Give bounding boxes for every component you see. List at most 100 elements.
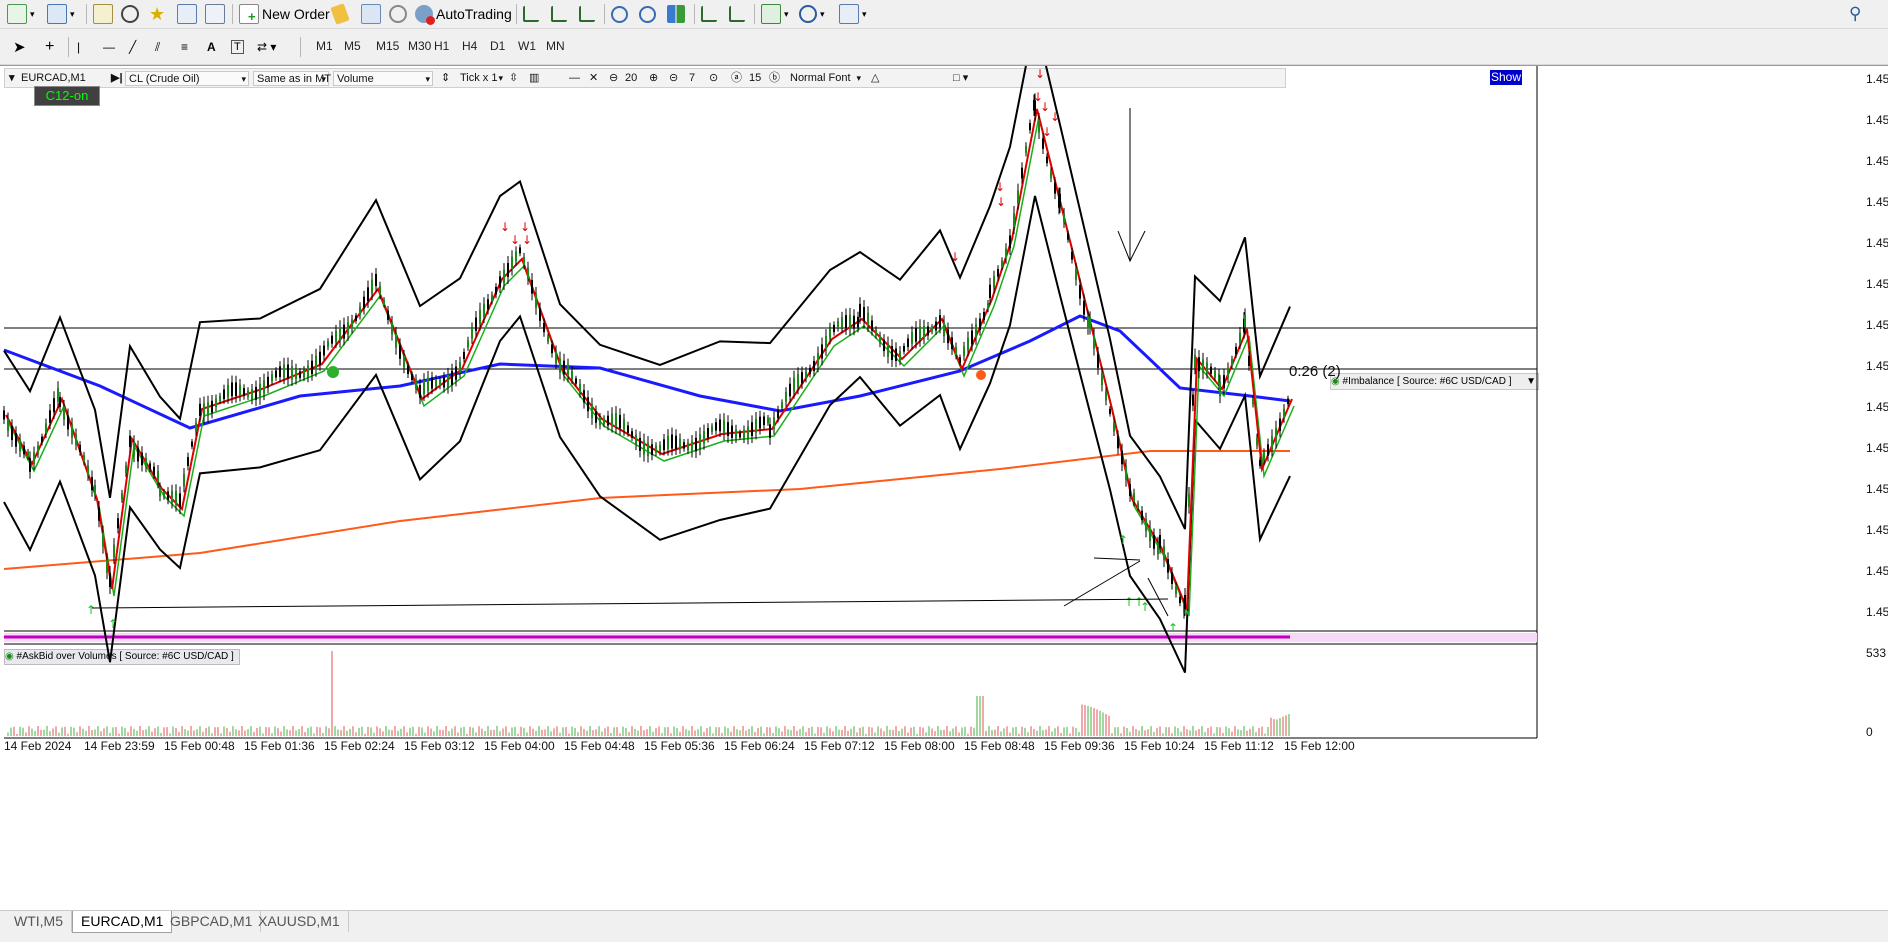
candle-body bbox=[579, 383, 581, 393]
vertical-line-tool[interactable]: | bbox=[74, 36, 83, 58]
text-tool[interactable]: A bbox=[204, 36, 219, 58]
candle-body bbox=[1009, 235, 1011, 249]
tab-gbpcad-m1[interactable]: GBPCAD,M1 bbox=[162, 911, 262, 932]
candle-body bbox=[759, 416, 761, 429]
candle-body bbox=[41, 436, 43, 443]
candle-body bbox=[1184, 594, 1186, 609]
timeframe-w1[interactable]: W1 bbox=[514, 35, 540, 57]
candle-body bbox=[287, 364, 289, 379]
tile-windows-button[interactable] bbox=[664, 3, 688, 25]
zoom-in-button[interactable] bbox=[608, 3, 631, 25]
timeframe-d1[interactable]: D1 bbox=[486, 35, 509, 57]
data-window-button[interactable] bbox=[118, 3, 142, 25]
candle-body bbox=[707, 428, 709, 438]
metaeditor-button[interactable] bbox=[330, 3, 350, 25]
candle-body bbox=[587, 397, 589, 412]
candle-body bbox=[599, 417, 601, 426]
strategy-tester-button[interactable] bbox=[202, 3, 228, 25]
time-tick-label: 15 Feb 01:36 bbox=[244, 739, 315, 753]
timeframe-mn[interactable]: MN bbox=[542, 35, 569, 57]
tab-xauusd-m1[interactable]: XAUUSD,M1 bbox=[250, 911, 349, 932]
price-chart[interactable]: ↓↓↓↓↓↓↓↓↓↓↓↓↑↑↑↑ ↑↑↑ bbox=[0, 66, 1888, 912]
mail-button[interactable] bbox=[358, 3, 384, 25]
navigator-button[interactable]: ★ bbox=[146, 3, 170, 25]
timeframe-m5[interactable]: M5 bbox=[340, 35, 365, 57]
cursor-tool[interactable]: ➤ bbox=[10, 36, 29, 58]
candle-body bbox=[1259, 459, 1261, 466]
sell-arrow-icon: ↓ bbox=[1050, 110, 1060, 124]
candle-body bbox=[275, 370, 277, 378]
candle-body bbox=[295, 368, 297, 380]
candle-body bbox=[339, 327, 341, 341]
candle-body bbox=[837, 321, 839, 329]
candle-body bbox=[102, 532, 104, 547]
candle-body bbox=[841, 317, 843, 328]
candle-body bbox=[887, 343, 889, 357]
template-icon bbox=[839, 4, 859, 24]
candle-body bbox=[183, 474, 185, 487]
terminal-button[interactable] bbox=[174, 3, 200, 25]
candle-body bbox=[715, 422, 717, 431]
candle-body bbox=[243, 388, 245, 396]
candle-body bbox=[475, 317, 477, 331]
tab-wti-m5[interactable]: WTI,M5 bbox=[6, 911, 72, 932]
horizontal-line-tool[interactable]: — bbox=[100, 36, 118, 58]
autotrading-button[interactable]: AutoTrading bbox=[412, 3, 515, 25]
timeframe-m15[interactable]: M15 bbox=[372, 35, 403, 57]
candle-body bbox=[451, 370, 453, 385]
zoom-out-button[interactable] bbox=[636, 3, 659, 25]
fibonacci-tool[interactable]: ≡ bbox=[178, 36, 191, 58]
crosshair-tool[interactable]: + bbox=[42, 36, 57, 58]
timeframe-m1[interactable]: M1 bbox=[312, 35, 337, 57]
trendline-tool[interactable]: ╱ bbox=[126, 36, 139, 58]
bar-chart-button[interactable] bbox=[520, 3, 542, 25]
candle-body bbox=[879, 335, 881, 344]
price-tick-label: 1.452 bbox=[1866, 400, 1888, 414]
templates-button[interactable]: ▾ bbox=[836, 3, 870, 25]
candle-body bbox=[399, 345, 401, 359]
new-chart-button[interactable]: ▾ bbox=[4, 3, 38, 25]
autotrading-label: AutoTrading bbox=[436, 6, 512, 22]
text-label-tool[interactable]: T bbox=[228, 36, 247, 58]
candle-body bbox=[1179, 596, 1181, 604]
search-button[interactable]: ⚲ bbox=[1846, 3, 1864, 25]
candle-body bbox=[555, 351, 557, 364]
price-tick-label: 1.452 bbox=[1866, 482, 1888, 496]
line-chart-button[interactable] bbox=[576, 3, 598, 25]
autoscroll-button[interactable] bbox=[698, 3, 720, 25]
timeframe-h4[interactable]: H4 bbox=[458, 35, 481, 57]
candle-body bbox=[531, 279, 533, 294]
candle-body bbox=[1013, 213, 1015, 228]
timeframe-h1[interactable]: H1 bbox=[430, 35, 453, 57]
candle-body bbox=[891, 346, 893, 360]
candle-body bbox=[379, 286, 381, 295]
sell-arrow-icon: ↓ bbox=[1042, 125, 1052, 139]
new-order-button[interactable]: + New Order bbox=[236, 3, 333, 25]
profiles-button[interactable]: ▾ bbox=[44, 3, 78, 25]
drawing-toolbar: ➤ + | — ╱ ⫽ ≡ A T ⇄ ▾ M1 M5 M15 M30 H1 H4 D1 W1… bbox=[0, 29, 1888, 65]
chart-window: ▾ EURCAD,M1 ▶| CL (Crude Oil) Same as in… bbox=[0, 65, 1888, 912]
signals-button[interactable] bbox=[386, 3, 410, 25]
candle-body bbox=[1113, 422, 1115, 432]
market-watch-button[interactable] bbox=[90, 3, 116, 25]
candlestick-button[interactable] bbox=[548, 3, 570, 25]
candle-body bbox=[263, 380, 265, 394]
candle-body bbox=[175, 491, 177, 505]
candle-body bbox=[915, 328, 917, 342]
candle-body bbox=[571, 370, 573, 380]
shapes-tool[interactable]: ⇄ ▾ bbox=[254, 36, 279, 58]
channel-tool[interactable]: ⫽ bbox=[152, 36, 163, 58]
tab-eurcad-m1[interactable]: EURCAD,M1 bbox=[72, 911, 173, 933]
periods-button[interactable]: ▾ bbox=[796, 3, 828, 25]
candle-body bbox=[575, 378, 577, 384]
indicators-button[interactable]: ▾ bbox=[758, 3, 792, 25]
candle-body bbox=[159, 487, 161, 497]
shapes-icon: ⇄ ▾ bbox=[257, 40, 277, 54]
chart-shift-button[interactable] bbox=[726, 3, 748, 25]
candle-body bbox=[899, 350, 901, 361]
candle-body bbox=[515, 251, 517, 262]
candle-body bbox=[1063, 212, 1065, 223]
candle-body bbox=[247, 390, 249, 397]
candle-body bbox=[75, 433, 77, 445]
candle-body bbox=[511, 256, 513, 270]
